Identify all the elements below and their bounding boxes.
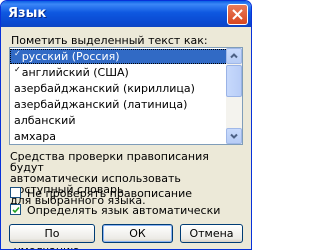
language-dialog: Язык Пометить выделенный текст как: ✓рус…: [0, 0, 252, 250]
scroll-down-button[interactable]: [226, 128, 242, 144]
spellcheck-icon: ✓: [14, 49, 21, 58]
scroll-up-button[interactable]: [226, 48, 242, 64]
checkbox-box[interactable]: [10, 187, 21, 198]
list-item[interactable]: амхара: [10, 129, 228, 144]
mark-text-label: Пометить выделенный текст как:: [11, 34, 208, 47]
checkbox-box[interactable]: [10, 204, 21, 215]
spellcheck-icon: ✓: [14, 65, 21, 74]
scroll-thumb[interactable]: [226, 65, 242, 97]
list-item[interactable]: ✓русский (Россия): [10, 49, 228, 64]
close-icon: [232, 9, 243, 20]
no-spellcheck-checkbox[interactable]: Не проверять правописание: [10, 187, 246, 200]
window-title: Язык: [8, 6, 47, 21]
list-scrollbar[interactable]: [226, 48, 242, 144]
language-list[interactable]: ✓русский (Россия) ✓английский (США) азер…: [9, 47, 243, 145]
list-item[interactable]: азербайджанский (кириллица): [10, 81, 228, 96]
title-bar[interactable]: Язык: [1, 1, 251, 27]
cancel-button[interactable]: Отмена: [180, 224, 243, 243]
list-item[interactable]: албанский: [10, 113, 228, 128]
chevron-up-icon: [230, 53, 238, 59]
default-button[interactable]: По умолчанию...: [9, 224, 95, 249]
list-item[interactable]: азербайджанский (латиница): [10, 97, 228, 112]
chevron-down-icon: [230, 133, 238, 139]
ok-button[interactable]: ОК: [102, 224, 173, 243]
list-item[interactable]: ✓английский (США): [10, 65, 228, 80]
checkmark-icon: [12, 206, 20, 214]
close-button[interactable]: [227, 4, 248, 25]
auto-detect-checkbox[interactable]: Определять язык автоматически: [10, 204, 246, 217]
